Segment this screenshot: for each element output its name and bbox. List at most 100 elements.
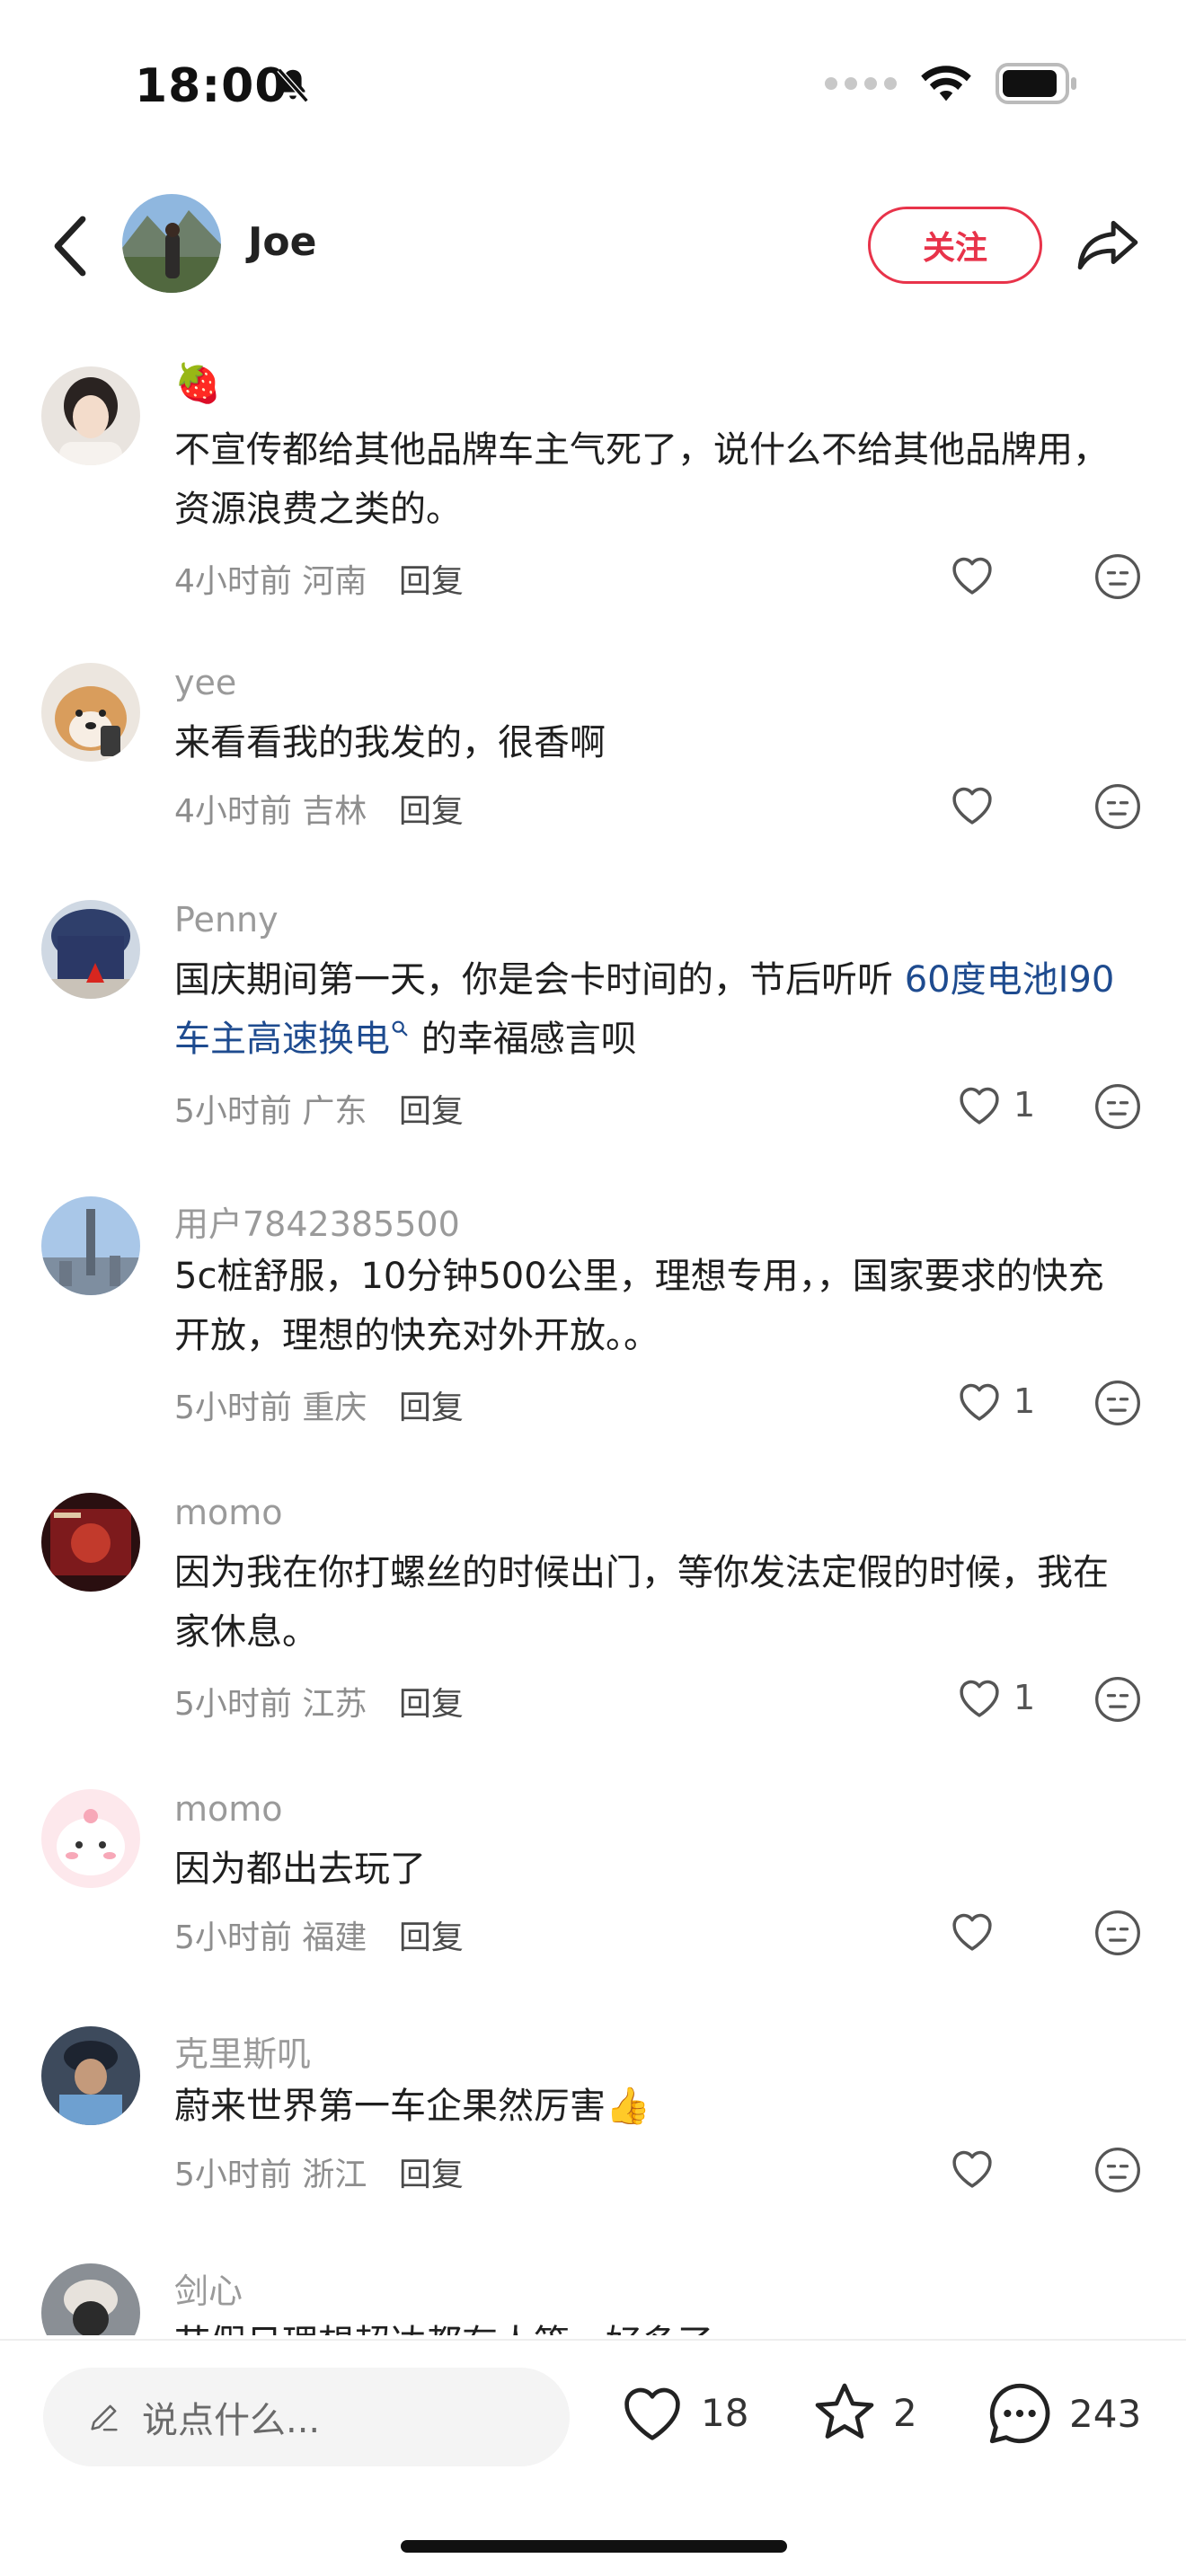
like-count: 1: [1013, 1381, 1036, 1421]
dislike-face-icon[interactable]: [1093, 1378, 1143, 1428]
comment-author: 克里斯叽: [174, 2034, 312, 2074]
comment-input-placeholder: 说点什么...: [142, 2400, 321, 2441]
comment-location: 广东: [302, 1093, 367, 1130]
status-icons: [825, 63, 1078, 104]
comment-count: 243: [1069, 2391, 1142, 2436]
comment-input[interactable]: 说点什么...: [43, 2368, 570, 2466]
comment-time: 5小时前: [174, 1686, 292, 1723]
commenter-avatar[interactable]: [41, 1493, 140, 1592]
like-button[interactable]: 1: [954, 1080, 1035, 1130]
comment-author: 用户7842385500: [174, 1204, 460, 1244]
comment-text: 国庆期间第一天，你是会卡时间的，节后听听 60度电池I90车主高速换电 的幸福感…: [174, 950, 1127, 1069]
comment-text: 来看看我的我发的，很香啊: [174, 722, 606, 763]
dislike-face-icon[interactable]: [1093, 1674, 1143, 1725]
comment-item: 剑心 节假日理想超达都有人等，好多了: [0, 2263, 1186, 2335]
comment-text: 蔚来世界第一车企果然厉害👍: [174, 2086, 651, 2127]
comment-item: Penny 国庆期间第一天，你是会卡时间的，节后听听 60度电池I90车主高速换…: [0, 900, 1186, 1134]
comment-item: momo 因为都出去玩了 5小时前 福建 回复: [0, 1789, 1186, 1960]
commenter-avatar[interactable]: [41, 900, 140, 999]
comment-author: 🍓: [174, 361, 222, 405]
comment-text: 不宣传都给其他品牌车主气死了，说什么不给其他品牌用，资源浪费之类的。: [174, 429, 1109, 530]
user-avatar[interactable]: [122, 194, 221, 293]
comment-location: 福建: [302, 1919, 367, 1956]
dislike-face-icon[interactable]: [1093, 1908, 1143, 1958]
like-button[interactable]: [947, 2143, 1006, 2193]
comment-meta: 5小时前 福建 回复: [174, 1911, 464, 1958]
pencil-icon: [91, 2404, 118, 2431]
like-button[interactable]: 1: [954, 1672, 1035, 1723]
like-button[interactable]: 1: [954, 1376, 1035, 1426]
like-button[interactable]: [947, 780, 1006, 830]
nav-username[interactable]: Joe: [248, 219, 316, 265]
comment-location: 河南: [302, 563, 367, 600]
commenter-avatar[interactable]: [41, 663, 140, 762]
commenter-avatar[interactable]: [41, 366, 140, 465]
like-count: 1: [1013, 1085, 1036, 1125]
share-icon[interactable]: [1075, 212, 1141, 278]
search-icon: [392, 1020, 408, 1037]
commenter-avatar[interactable]: [41, 2263, 140, 2335]
comment-item: yee 来看看我的我发的，很香啊 4小时前 吉林 回复: [0, 663, 1186, 834]
dislike-face-icon[interactable]: [1093, 1081, 1143, 1132]
dislike-face-icon[interactable]: [1093, 551, 1143, 602]
commenter-avatar[interactable]: [41, 1789, 140, 1888]
comment-meta: 5小时前 江苏 回复: [174, 1678, 464, 1725]
heart-icon: [952, 787, 992, 825]
comment-author: momo: [174, 1493, 283, 1532]
reply-button[interactable]: 回复: [399, 1389, 464, 1426]
comment-author: yee: [174, 663, 237, 702]
follow-button[interactable]: 关注: [868, 207, 1042, 284]
heart-icon: [960, 1087, 999, 1125]
comment-item: 用户7842385500 5c桩舒服，10分钟500公里，理想专用，，国家要求的…: [0, 1196, 1186, 1430]
comment-bubble-icon: [989, 2383, 1050, 2444]
comment-text: 节假日理想超达都有人等，好多了: [174, 2314, 1127, 2335]
reply-button[interactable]: 回复: [399, 793, 464, 830]
reply-button[interactable]: 回复: [399, 1093, 464, 1130]
dislike-face-icon[interactable]: [1093, 2145, 1143, 2195]
commenter-avatar[interactable]: [41, 2026, 140, 2125]
heart-icon: [952, 2150, 992, 2188]
comment-item: 克里斯叽 蔚来世界第一车企果然厉害👍 5小时前 浙江 回复: [0, 2026, 1186, 2197]
comment-author: Penny: [174, 900, 279, 940]
comment-text: 因为我在你打螺丝的时候出门，等你发法定假的时候，我在家休息。: [174, 1552, 1109, 1653]
status-time: 18:00: [135, 59, 288, 113]
signal-dots-icon: [825, 77, 897, 90]
reply-button[interactable]: 回复: [399, 1686, 464, 1723]
comment-meta: 5小时前 浙江 回复: [174, 2148, 464, 2195]
star-icon: [815, 2383, 874, 2439]
favorite-button[interactable]: 2: [809, 2377, 917, 2448]
comment-meta: 5小时前 重庆 回复: [174, 1381, 464, 1428]
comment-time: 5小时前: [174, 1919, 292, 1956]
reply-button[interactable]: 回复: [399, 563, 464, 600]
heart-icon: [624, 2387, 680, 2440]
commenter-avatar[interactable]: [41, 1196, 140, 1295]
comments-button[interactable]: 243: [983, 2377, 1141, 2450]
heart-icon: [960, 1383, 999, 1421]
comment-location: 重庆: [302, 1389, 367, 1426]
comment-time: 5小时前: [174, 2157, 292, 2193]
reply-button[interactable]: 回复: [399, 2157, 464, 2193]
bottom-action-bar: 说点什么... 18 2 243: [0, 2339, 1186, 2576]
home-indicator: [401, 2540, 787, 2553]
heart-icon: [960, 1680, 999, 1717]
comment-text-part: 的幸福感言呗: [410, 1019, 637, 1060]
like-count: 1: [1013, 1678, 1036, 1717]
comment-item: 🍓 不宣传都给其他品牌车主气死了，说什么不给其他品牌用，资源浪费之类的。 4小时…: [0, 361, 1186, 602]
comment-text-part: 国庆期间第一天，你是会卡时间的，节后听听: [174, 959, 905, 1001]
like-post-button[interactable]: 18: [616, 2377, 748, 2448]
comment-author: momo: [174, 1789, 283, 1829]
comment-item: momo 因为我在你打螺丝的时候出门，等你发法定假的时候，我在家休息。 5小时前…: [0, 1493, 1186, 1726]
comment-meta: 4小时前 河南 回复: [174, 555, 464, 602]
reply-button[interactable]: 回复: [399, 1919, 464, 1956]
like-button[interactable]: [947, 1906, 1006, 1956]
comment-time: 4小时前: [174, 793, 292, 830]
dislike-face-icon[interactable]: [1093, 781, 1143, 832]
heart-icon: [952, 1913, 992, 1951]
nav-bar: Joe 关注: [0, 180, 1186, 314]
battery-icon: [996, 63, 1076, 104]
status-bar: 18:00: [0, 0, 1186, 171]
like-button[interactable]: [947, 550, 1006, 600]
comment-text: 因为都出去玩了: [174, 1848, 426, 1890]
back-arrow-icon[interactable]: [43, 212, 97, 280]
comment-time: 5小时前: [174, 1389, 292, 1426]
